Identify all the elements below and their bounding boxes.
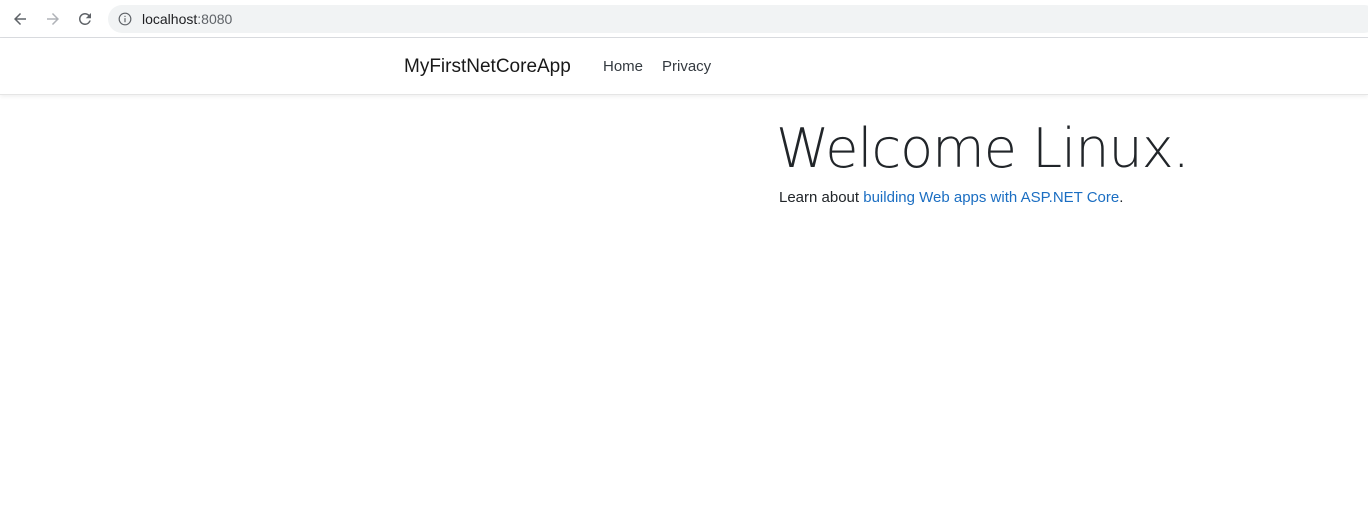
back-button[interactable] [8, 7, 32, 31]
nav-link-home[interactable]: Home [603, 58, 643, 76]
docs-link[interactable]: building Web apps with ASP.NET Core [863, 189, 1119, 206]
reload-button[interactable] [73, 7, 97, 31]
learn-paragraph: Learn about building Web apps with ASP.N… [779, 189, 1123, 207]
url-text[interactable]: localhost:8080 [142, 11, 232, 27]
main-content: Welcome Linux. Learn about building Web … [0, 96, 1368, 527]
nav-link-privacy[interactable]: Privacy [662, 58, 711, 76]
arrow-left-icon [14, 13, 26, 25]
learn-prefix: Learn about [779, 189, 864, 206]
app-navbar: MyFirstNetCoreApp Home Privacy [0, 38, 1368, 95]
learn-suffix: . [1119, 189, 1124, 206]
url-port: :8080 [197, 11, 233, 27]
reload-icon [79, 12, 91, 25]
forward-button[interactable] [41, 7, 65, 31]
navbar-brand[interactable]: MyFirstNetCoreApp [404, 56, 571, 78]
info-icon[interactable] [118, 12, 132, 26]
url-host: localhost [142, 11, 198, 27]
browser-toolbar: localhost:8080 [0, 0, 1368, 38]
arrow-right-icon [47, 13, 59, 25]
address-bar[interactable]: localhost:8080 [108, 5, 1368, 33]
page-title: Welcome Linux. [776, 117, 1190, 180]
